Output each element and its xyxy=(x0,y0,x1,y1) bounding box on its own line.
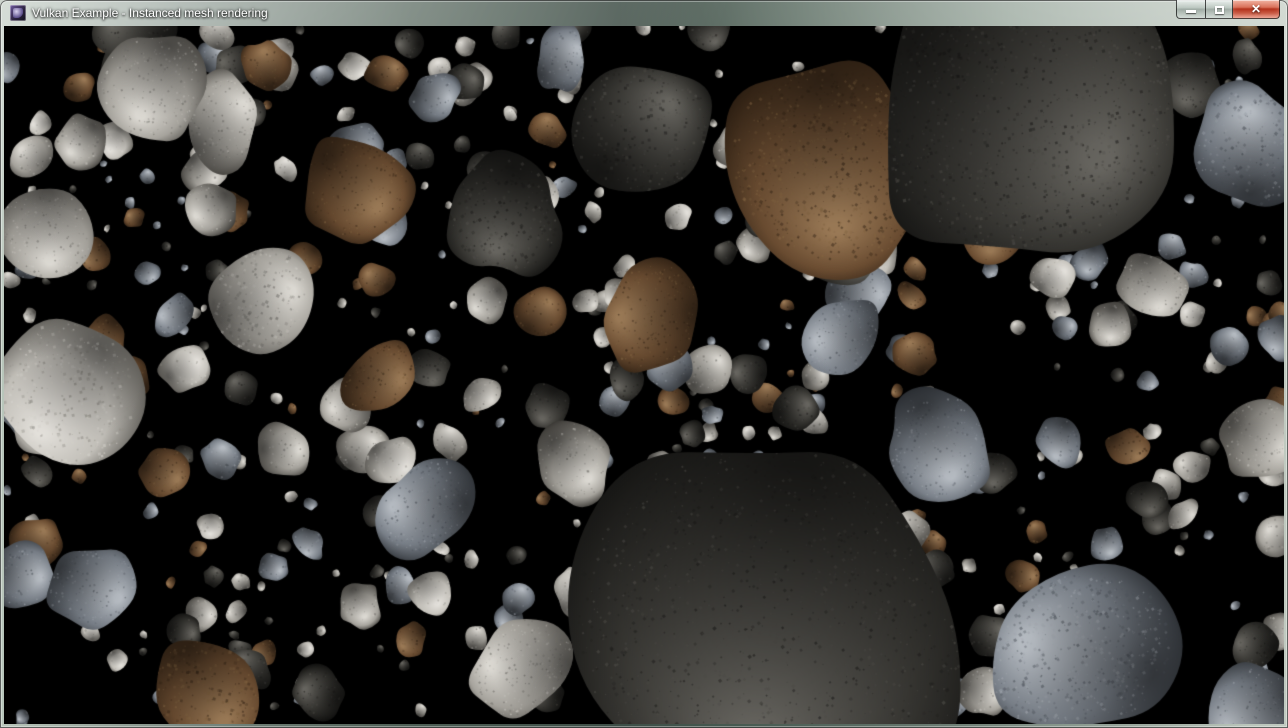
minimize-icon xyxy=(1186,10,1196,13)
app-icon xyxy=(10,5,26,21)
close-button[interactable]: ✕ xyxy=(1233,0,1280,19)
maximize-button[interactable] xyxy=(1205,0,1233,19)
viewport-frame xyxy=(4,26,1284,724)
maximize-icon xyxy=(1215,6,1224,14)
app-window: Vulkan Example - Instanced mesh renderin… xyxy=(0,0,1288,728)
minimize-button[interactable] xyxy=(1176,0,1205,19)
title-bar[interactable]: Vulkan Example - Instanced mesh renderin… xyxy=(0,0,1288,26)
window-controls: ✕ xyxy=(1176,0,1280,19)
close-icon: ✕ xyxy=(1251,3,1261,15)
window-title: Vulkan Example - Instanced mesh renderin… xyxy=(32,6,268,20)
render-viewport[interactable] xyxy=(4,26,1284,724)
